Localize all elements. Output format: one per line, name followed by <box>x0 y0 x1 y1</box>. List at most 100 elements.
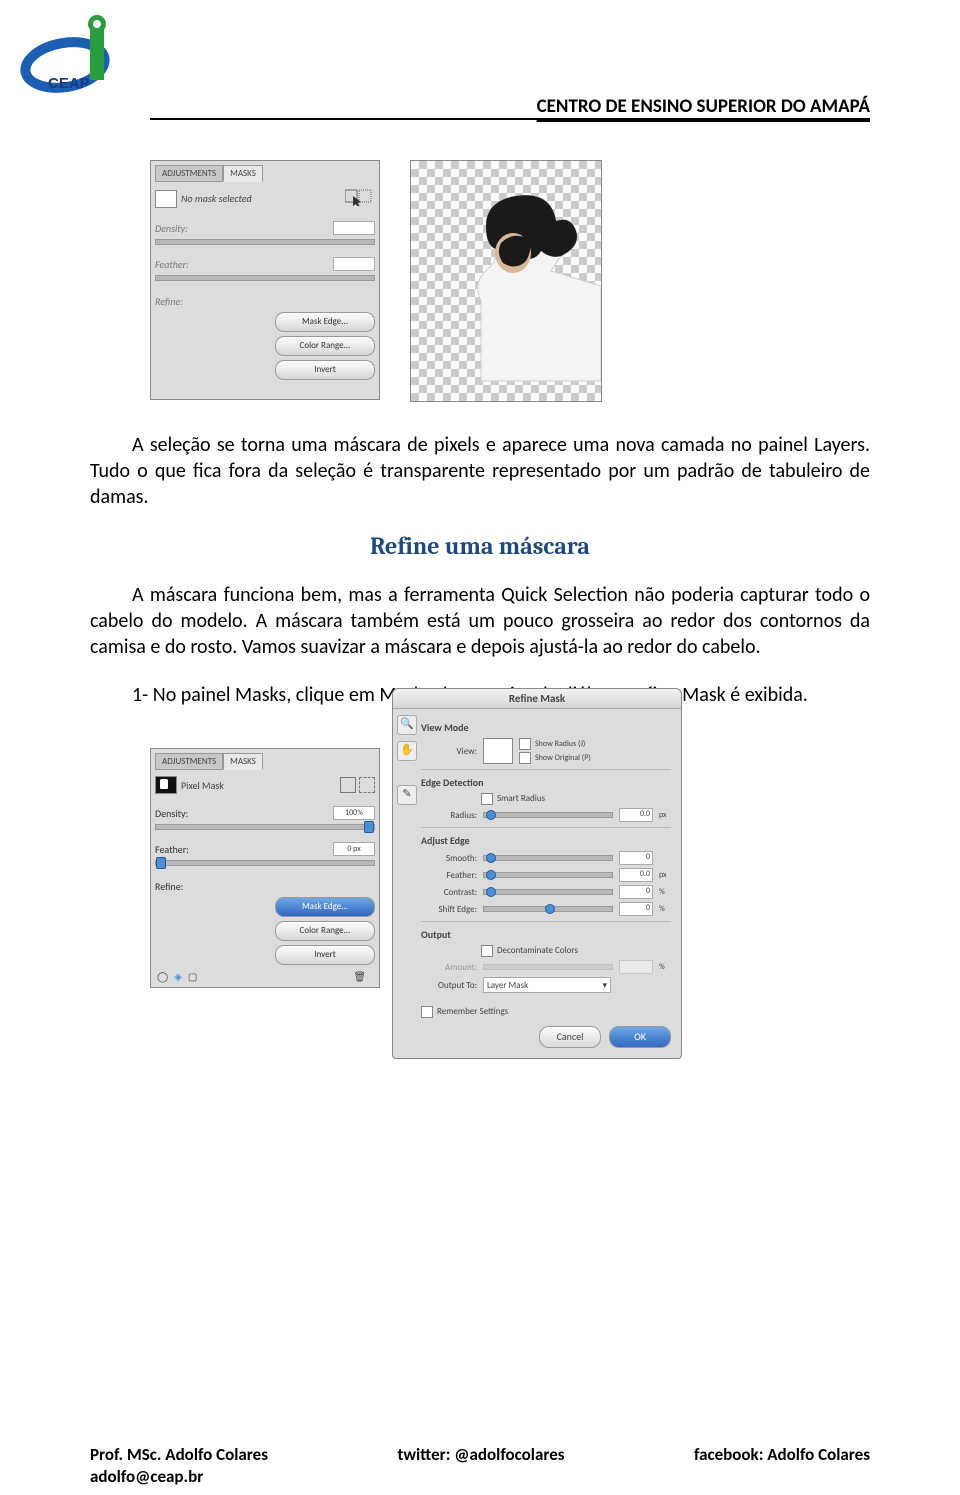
vector-mask-icon <box>359 777 375 793</box>
masks-panel-pixel-mask: ADJUSTMENTS MASKS Pixel Mask Density: 100… <box>150 748 380 988</box>
load-selection-icon: ◯ <box>157 970 168 983</box>
refine-label: Refine: <box>155 295 183 308</box>
paragraph-2: A máscara funciona bem, mas a ferramenta… <box>90 582 870 660</box>
remember-settings-label: Remember Settings <box>437 1006 508 1017</box>
figure-row-1: ADJUSTMENTS MASKS No mask selected Densi… <box>150 160 870 402</box>
radius-slider <box>483 812 613 818</box>
footer-email: adolfo@ceap.br <box>90 1466 203 1487</box>
smart-radius-checkbox <box>481 793 493 805</box>
pct-unit: % <box>659 962 671 972</box>
masks-panel-no-selection: ADJUSTMENTS MASKS No mask selected Densi… <box>150 160 380 400</box>
pixel-mask-icon <box>340 777 356 793</box>
header-rule <box>150 118 870 120</box>
mask-edge-button: Mask Edge... <box>275 312 375 332</box>
footer-facebook: facebook: Adolfo Colares <box>694 1444 870 1465</box>
view-thumbnail <box>483 738 513 764</box>
feather-slider <box>483 872 613 878</box>
tab-masks: MASKS <box>223 165 263 182</box>
page-footer: Prof. MSc. Adolfo Colares twitter: @adol… <box>90 1444 870 1465</box>
contrast-slider <box>483 889 613 895</box>
ok-button: OK <box>609 1026 671 1048</box>
shift-edge-slider <box>483 906 613 912</box>
color-range-button: Color Range... <box>275 336 375 356</box>
show-radius-checkbox <box>519 738 531 750</box>
refine-label: Refine: <box>155 880 183 893</box>
feather-slider <box>155 275 375 281</box>
remember-settings-checkbox <box>421 1006 433 1018</box>
disable-mask-icon: ▢ <box>188 970 197 983</box>
smart-radius-label: Smart Radius <box>497 793 545 804</box>
density-value-box <box>333 221 375 235</box>
radius-label: Radius: <box>421 810 477 821</box>
person-silhouette <box>441 171 601 391</box>
tab-adjustments: ADJUSTMENTS <box>155 753 223 770</box>
svg-text:CEAP: CEAP <box>48 75 90 92</box>
section-heading-refine: Refine uma máscara <box>90 532 870 560</box>
chevron-down-icon: ▾ <box>602 980 607 991</box>
invert-button: Invert <box>275 945 375 965</box>
slider-knob <box>364 821 374 833</box>
footer-twitter: twitter: @adolfocolares <box>397 1444 564 1465</box>
feather-label: Feather: <box>421 870 477 881</box>
view-mode-label: View Mode <box>421 721 671 734</box>
dialog-title: Refine Mask <box>393 689 681 709</box>
amount-value <box>619 960 653 974</box>
panel-footer-icons: ◯ ◈ ▢ 🗑 <box>157 970 366 983</box>
cursor-icon <box>345 188 375 206</box>
tab-masks: MASKS <box>223 753 263 770</box>
feather-slider <box>155 860 375 866</box>
hand-tool-icon: ✋ <box>397 741 417 761</box>
px-unit: px <box>659 870 671 880</box>
figure-row-2: ADJUSTMENTS MASKS Pixel Mask Density: 100… <box>150 748 870 1059</box>
density-label: Density: <box>155 807 188 820</box>
density-slider <box>155 239 375 245</box>
slider-knob <box>156 857 166 869</box>
mask-thumbnail <box>155 190 177 208</box>
feather-label: Feather: <box>155 843 189 856</box>
shift-edge-label: Shift Edge: <box>421 904 477 915</box>
tab-adjustments: ADJUSTMENTS <box>155 165 223 182</box>
output-label: Output <box>421 928 671 941</box>
feather-label: Feather: <box>155 258 189 271</box>
header-title: CENTRO DE ENSINO SUPERIOR DO AMAPÁ <box>537 95 870 118</box>
color-range-button: Color Range... <box>275 921 375 941</box>
show-radius-label: Show Radius (J) <box>535 739 585 749</box>
apply-mask-icon: ◈ <box>174 970 182 983</box>
invert-button: Invert <box>275 360 375 380</box>
density-value: 100% <box>333 806 375 820</box>
feather-value: 0 px <box>333 842 375 856</box>
mask-status-text: Pixel Mask <box>181 779 224 792</box>
paragraph-1: A seleção se torna uma máscara de pixels… <box>90 432 870 510</box>
amount-slider <box>483 964 613 970</box>
density-label: Density: <box>155 222 188 235</box>
smooth-label: Smooth: <box>421 853 477 864</box>
mask-thumbnail <box>155 776 177 794</box>
smooth-value: 0 <box>619 851 653 865</box>
document-page: CEAP CENTRO DE ENSINO SUPERIOR DO AMAPÁ … <box>0 0 960 1495</box>
feather-value: 0.0 <box>619 868 653 882</box>
feather-value-box <box>333 257 375 271</box>
output-to-label: Output To: <box>421 980 477 991</box>
edge-detection-label: Edge Detection <box>421 776 671 789</box>
cancel-button: Cancel <box>539 1026 601 1048</box>
radius-value: 0.0 <box>619 808 653 822</box>
mask-status-text: No mask selected <box>181 192 252 205</box>
page-header: CEAP CENTRO DE ENSINO SUPERIOR DO AMAPÁ <box>90 40 870 130</box>
pct-unit: % <box>659 904 671 914</box>
zoom-tool-icon: 🔍 <box>397 715 417 735</box>
output-to-select: Layer Mask▾ <box>483 977 611 993</box>
density-slider <box>155 824 375 830</box>
shift-value: 0 <box>619 902 653 916</box>
model-photo-transparent <box>410 160 602 402</box>
contrast-label: Contrast: <box>421 887 477 898</box>
footer-author: Prof. MSc. Adolfo Colares <box>90 1444 268 1465</box>
decontaminate-label: Decontaminate Colors <box>497 945 578 956</box>
contrast-value: 0 <box>619 885 653 899</box>
amount-label: Amount: <box>421 962 477 973</box>
show-original-label: Show Original (P) <box>535 753 591 763</box>
view-label: View: <box>421 746 477 757</box>
smooth-slider <box>483 855 613 861</box>
ceap-logo: CEAP <box>20 10 140 110</box>
decontaminate-checkbox <box>481 945 493 957</box>
show-original-checkbox <box>519 752 531 764</box>
